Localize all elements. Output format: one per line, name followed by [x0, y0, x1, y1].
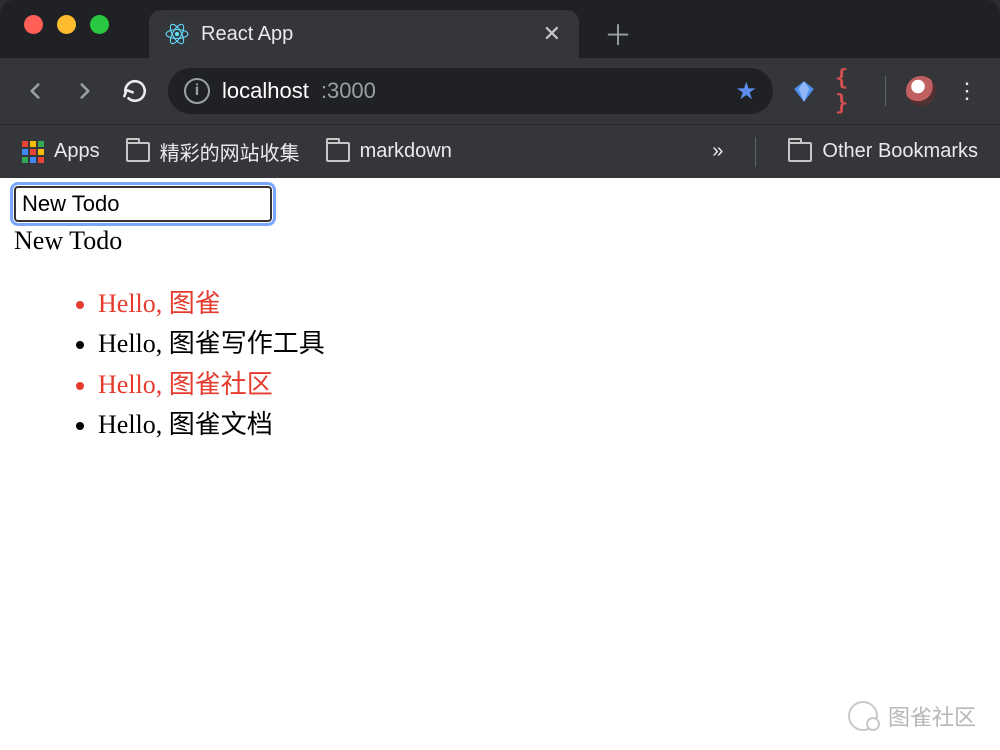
window-maximize-button[interactable] [90, 15, 109, 34]
address-bar[interactable]: i localhost :3000 ★ [168, 68, 773, 114]
window-minimize-button[interactable] [57, 15, 76, 34]
wechat-icon [848, 701, 878, 731]
bookmark-folder-1[interactable]: 精彩的网站收集 [126, 137, 300, 166]
window-controls [20, 15, 109, 52]
tab-strip: React App ✕ ＋ [0, 0, 1000, 58]
bookmark-star-icon[interactable]: ★ [735, 77, 757, 106]
bookmark-folder-2[interactable]: markdown [326, 140, 452, 163]
window-close-button[interactable] [24, 15, 43, 34]
folder-icon [788, 142, 812, 162]
other-bookmarks-label: Other Bookmarks [822, 140, 978, 163]
url-port: :3000 [321, 78, 376, 104]
new-todo-label: New Todo [14, 226, 986, 256]
toolbar: i localhost :3000 ★ { } ⋮ [0, 58, 1000, 124]
extension-icon-1[interactable] [789, 76, 819, 106]
bookmark-folder-label: 精彩的网站收集 [160, 137, 300, 166]
new-todo-input[interactable] [14, 186, 272, 222]
browser-menu-icon[interactable]: ⋮ [952, 76, 982, 106]
todo-item[interactable]: Hello, 图雀文档 [98, 405, 986, 445]
bookmark-folder-label: markdown [360, 140, 452, 163]
bookmarks-bar: Apps 精彩的网站收集 markdown » Other Bookmarks [0, 124, 1000, 178]
todo-item[interactable]: Hello, 图雀社区 [98, 365, 986, 405]
forward-button[interactable] [68, 74, 102, 108]
todo-list: Hello, 图雀Hello, 图雀写作工具Hello, 图雀社区Hello, … [14, 284, 986, 445]
tab-close-icon[interactable]: ✕ [543, 21, 561, 47]
watermark: 图雀社区 [848, 700, 976, 732]
bookmarks-apps[interactable]: Apps [22, 140, 100, 163]
site-info-icon[interactable]: i [184, 78, 210, 104]
toolbar-divider [885, 76, 886, 106]
apps-label: Apps [54, 140, 100, 163]
watermark-text: 图雀社区 [888, 700, 976, 732]
page-content: New Todo Hello, 图雀Hello, 图雀写作工具Hello, 图雀… [0, 178, 1000, 453]
bookmarks-divider [755, 137, 756, 167]
folder-icon [326, 142, 350, 162]
back-button[interactable] [18, 74, 52, 108]
react-logo-icon [165, 22, 189, 46]
todo-item[interactable]: Hello, 图雀 [98, 284, 986, 324]
browser-tab[interactable]: React App ✕ [149, 10, 579, 58]
url-host: localhost [222, 78, 309, 104]
other-bookmarks[interactable]: Other Bookmarks [788, 140, 978, 163]
reload-button[interactable] [118, 74, 152, 108]
profile-avatar[interactable] [906, 76, 936, 106]
new-tab-button[interactable]: ＋ [597, 13, 639, 55]
bookmarks-overflow-icon[interactable]: » [712, 140, 723, 163]
todo-item[interactable]: Hello, 图雀写作工具 [98, 324, 986, 364]
tab-title: React App [201, 23, 531, 46]
folder-icon [126, 142, 150, 162]
apps-grid-icon [22, 141, 44, 163]
extension-icon-2[interactable]: { } [835, 76, 865, 106]
browser-chrome: React App ✕ ＋ i localhost :3000 ★ { } ⋮ [0, 0, 1000, 178]
